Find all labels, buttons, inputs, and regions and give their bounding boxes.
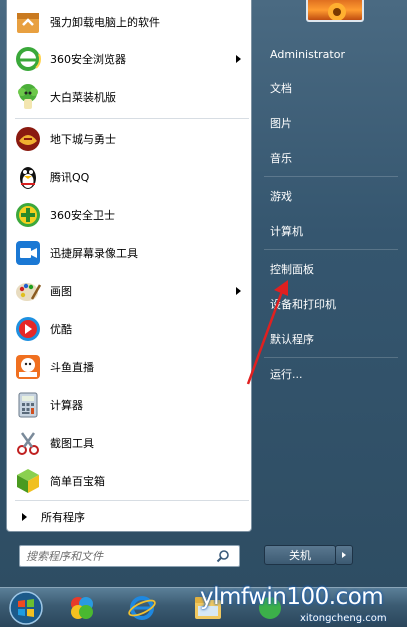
right-item-games[interactable]: 游戏 (264, 183, 398, 209)
program-label: 360安全卫士 (50, 209, 115, 222)
dnf-icon (13, 124, 43, 154)
right-item-label: 图片 (270, 117, 292, 130)
all-programs-button[interactable]: 所有程序 (13, 505, 249, 529)
program-item-uninstaller[interactable]: 强力卸载电脑上的软件 (9, 4, 249, 40)
program-item-dabaicai[interactable]: 大白菜装机版 (9, 79, 249, 115)
all-programs-label: 所有程序 (41, 511, 85, 524)
program-item-360-browser[interactable]: 360安全浏览器 (9, 41, 249, 77)
program-label: 强力卸载电脑上的软件 (50, 16, 160, 29)
search-box[interactable] (19, 545, 240, 567)
taskbar-app-ie[interactable] (116, 590, 168, 626)
program-label: 地下城与勇士 (50, 133, 116, 146)
program-label: 360安全浏览器 (50, 53, 126, 66)
screen-recorder-icon (13, 238, 43, 268)
toolbox-cube-icon (13, 466, 43, 496)
expand-arrow-icon (22, 513, 27, 521)
program-label: 优酷 (50, 323, 72, 336)
right-item-label: 游戏 (270, 190, 292, 203)
program-label: 截图工具 (50, 437, 94, 450)
calculator-icon (13, 390, 43, 420)
program-label: 简单百宝箱 (50, 475, 105, 488)
program-item-screen-recorder[interactable]: 迅捷屏幕录像工具 (9, 235, 249, 271)
colorful-app-icon (71, 597, 93, 619)
program-item-snipping-tool[interactable]: 截图工具 (9, 425, 249, 461)
program-item-360-safe[interactable]: 360安全卫士 (9, 197, 249, 233)
dabaicai-icon (13, 82, 43, 112)
program-label: 画图 (50, 285, 72, 298)
program-label: 计算器 (50, 399, 83, 412)
program-label: 腾讯QQ (50, 171, 90, 184)
search-input[interactable] (20, 547, 216, 565)
annotation-arrow (246, 280, 288, 385)
program-label: 斗鱼直播 (50, 361, 94, 374)
divider (264, 176, 398, 177)
program-label: 大白菜装机版 (50, 91, 116, 104)
right-item-music[interactable]: 音乐 (264, 145, 398, 171)
taskbar-app-360[interactable] (56, 590, 108, 626)
search-icon[interactable] (216, 549, 230, 563)
program-item-qq[interactable]: 腾讯QQ (9, 159, 249, 195)
youku-icon (13, 314, 43, 344)
program-item-youku[interactable]: 优酷 (9, 311, 249, 347)
program-item-toolbox[interactable]: 简单百宝箱 (9, 463, 249, 499)
user-picture[interactable] (306, 0, 364, 22)
program-item-paint[interactable]: 画图 (9, 273, 249, 309)
snipping-tool-icon (13, 428, 43, 458)
douyu-icon (13, 352, 43, 382)
right-item-documents[interactable]: 文档 (264, 75, 398, 101)
right-item-label: 文档 (270, 82, 292, 95)
shutdown-options-button[interactable] (335, 545, 353, 565)
chevron-right-icon (342, 552, 346, 558)
watermark-text: ylmfwin100.com (200, 584, 384, 610)
shutdown-button[interactable]: 关机 (264, 545, 336, 565)
right-item-pictures[interactable]: 图片 (264, 110, 398, 136)
program-item-dnf[interactable]: 地下城与勇士 (9, 121, 249, 157)
360-safe-icon (13, 200, 43, 230)
360-browser-icon (13, 44, 43, 74)
program-item-calculator[interactable]: 计算器 (9, 387, 249, 423)
right-item-label: 控制面板 (270, 263, 314, 276)
watermark-subtext: xitongcheng.com (300, 613, 387, 624)
submenu-arrow-icon (236, 55, 241, 63)
shutdown-label: 关机 (289, 549, 311, 562)
windows-orb-icon (9, 591, 43, 625)
right-item-administrator[interactable]: Administrator (264, 41, 398, 67)
program-item-douyu[interactable]: 斗鱼直播 (9, 349, 249, 385)
divider (15, 118, 249, 119)
divider (264, 249, 398, 250)
ie-browser-icon (128, 596, 156, 620)
start-button[interactable] (0, 590, 52, 626)
program-label: 迅捷屏幕录像工具 (50, 247, 138, 260)
qq-penguin-icon (13, 162, 43, 192)
right-item-label: 计算机 (270, 225, 303, 238)
right-item-computer[interactable]: 计算机 (264, 218, 398, 244)
uninstall-box-icon (13, 7, 43, 37)
right-item-label: Administrator (270, 47, 345, 61)
programs-panel: 强力卸载电脑上的软件 360安全浏览器 大白菜装机版 地下城与勇士 腾讯QQ 3… (6, 0, 252, 532)
right-item-label: 音乐 (270, 152, 292, 165)
divider (15, 500, 249, 501)
paint-palette-icon (13, 276, 43, 306)
